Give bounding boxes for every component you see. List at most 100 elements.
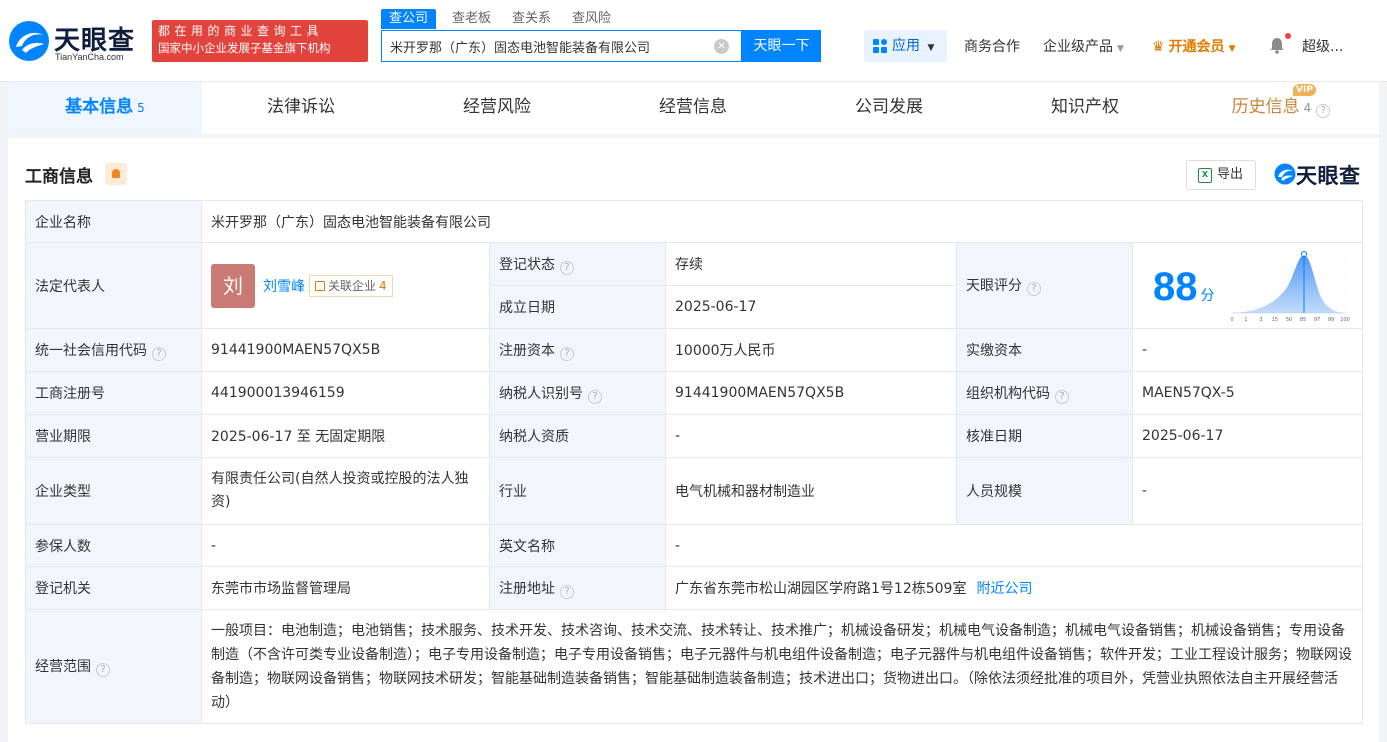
score-value: 88 分 <box>1153 265 1215 310</box>
help-icon[interactable]: ? <box>560 346 574 361</box>
tab-ip[interactable]: 知识产权 <box>987 82 1183 134</box>
paid-capital-value: - <box>1131 328 1364 372</box>
avatar[interactable]: 刘 <box>211 263 255 308</box>
credit-code-value: 91441900MAEN57QX5B <box>201 328 490 372</box>
help-icon[interactable]: ? <box>1055 389 1069 404</box>
english-name-label: 英文名称 <box>489 524 666 567</box>
top-header: 天眼查 TianYanCha.com 都在用的商业查询工具 国家中小企业发展子基… <box>0 0 1387 82</box>
address-label: 注册地址? <box>489 566 666 610</box>
reg-capital-label: 注册资本? <box>489 328 666 372</box>
tab-operation-risk[interactable]: 经营风险 <box>399 82 595 134</box>
org-code-label: 组织机构代码? <box>956 371 1133 415</box>
help-icon[interactable]: ? <box>1316 104 1331 118</box>
detail-tabbar: 基本信息 5 法律诉讼 经营风险 经营信息 公司发展 知识产权 历史信息 4? VI… <box>8 82 1379 134</box>
axis-tick: 0 <box>1230 317 1233 323</box>
english-name-value: - <box>664 524 1364 567</box>
excel-icon: X <box>1198 168 1212 183</box>
help-icon[interactable]: ? <box>588 389 602 404</box>
score-cell[interactable]: 88 分 0 1 3 15 50 85 97 99 100 <box>1131 242 1364 329</box>
caret-down-icon: ▼ <box>927 43 935 53</box>
export-button[interactable]: X 导出 <box>1186 160 1256 190</box>
help-icon[interactable]: ? <box>1027 282 1041 296</box>
industry-value: 电气机械和器材制造业 <box>665 457 957 525</box>
export-label: 导出 <box>1217 167 1244 182</box>
address-value: 广东省东莞市松山湖园区学府路1号12栋509室 <box>675 581 967 597</box>
table-row: 经营范围? 一般项目：电池制造；电池销售；技术服务、技术开发、技术咨询、技术交流… <box>25 609 1364 724</box>
tab-operation-info[interactable]: 经营信息 <box>595 82 791 134</box>
slogan-line2: 国家中小企业发展子基金旗下机构 <box>158 41 331 55</box>
tab-development[interactable]: 公司发展 <box>791 82 987 134</box>
insured-label: 参保人数 <box>25 524 202 567</box>
axis-tick: 100 <box>1340 317 1350 323</box>
nav-enterprise-label: 企业级产品 <box>1043 39 1113 55</box>
logo-subtext: TianYanCha.com <box>55 52 124 62</box>
taxpayer-id-value: 91441900MAEN57QX5B <box>665 371 957 415</box>
chevron-down-icon: ▼ <box>1117 44 1124 54</box>
industry-label: 行业 <box>489 457 666 525</box>
help-icon[interactable]: ? <box>152 346 166 361</box>
credit-code-label-text: 统一社会信用代码 <box>35 342 147 359</box>
clear-icon[interactable]: ✕ <box>714 39 729 54</box>
insured-value: - <box>201 524 490 567</box>
help-icon[interactable]: ? <box>560 584 574 599</box>
tab-history[interactable]: 历史信息 4? VIP <box>1183 82 1379 134</box>
table-row: 企业类型 有限责任公司(自然人投资或控股的法人独资) 行业 电气机械和器材制造业… <box>25 457 1364 525</box>
tab-basic-info[interactable]: 基本信息 5 <box>8 82 202 134</box>
score-distribution-chart: 0 1 3 15 50 85 97 99 100 <box>1230 251 1350 323</box>
taxpayer-id-label: 纳税人识别号? <box>489 371 666 415</box>
help-icon[interactable]: ? <box>560 260 574 275</box>
nav-business[interactable]: 商务合作 <box>964 36 1020 56</box>
assoc-company-button[interactable]: 关联企业 4 <box>309 274 393 297</box>
reg-no-value: 441900013946159 <box>201 371 490 415</box>
legal-rep-name[interactable]: 刘雪峰 <box>263 279 305 295</box>
axis-tick: 85 <box>1300 317 1306 323</box>
tab-legal[interactable]: 法律诉讼 <box>203 82 399 134</box>
nearby-company-link[interactable]: 附近公司 <box>976 581 1032 597</box>
axis-tick: 50 <box>1286 317 1292 323</box>
search-tab-boss[interactable]: 查老板 <box>452 9 491 29</box>
slogan-banner: 都在用的商业查询工具 国家中小企业发展子基金旗下机构 <box>152 20 368 62</box>
score-unit: 分 <box>1200 287 1215 303</box>
site-logo[interactable]: 天眼查 TianYanCha.com <box>8 18 148 64</box>
search-button[interactable]: 天眼一下 <box>742 30 821 62</box>
reg-status-label-text: 登记状态 <box>499 256 555 273</box>
address-label-text: 注册地址 <box>499 580 555 597</box>
search-tab-relation[interactable]: 查关系 <box>512 9 551 29</box>
table-row: 法定代表人 刘刘雪峰 关联企业 4 登记状态? 存续 天眼评分? 88 分 0 … <box>25 242 1364 329</box>
taxpayer-id-label-text: 纳税人识别号 <box>499 385 583 402</box>
company-name-value: 米开罗那（广东）固态电池智能装备有限公司 <box>200 200 1364 243</box>
table-row: 企业名称 米开罗那（广东）固态电池智能装备有限公司 <box>25 200 1364 243</box>
type-value: 有限责任公司(自然人投资或控股的法人独资) <box>201 457 490 525</box>
reg-capital-value: 10000万人民币 <box>665 328 957 372</box>
apps-button[interactable]: 应用 ▼ <box>864 30 947 62</box>
bell-badge-icon[interactable] <box>105 163 127 185</box>
staff-label: 人员规模 <box>956 457 1133 525</box>
axis-tick: 1 <box>1244 317 1247 323</box>
search-tab-risk[interactable]: 查风险 <box>572 9 611 29</box>
axis-tick: 15 <box>1272 317 1278 323</box>
search-box: ✕ <box>381 30 742 62</box>
search-input[interactable] <box>390 36 710 56</box>
notification-dot <box>1285 33 1291 39</box>
business-info-table: 企业名称 米开罗那（广东）固态电池智能装备有限公司 法定代表人 刘刘雪峰 关联企业… <box>25 200 1364 724</box>
tax-qual-label: 纳税人资质 <box>489 414 666 458</box>
address-cell: 广东省东莞市松山湖园区学府路1号12栋509室 附近公司 <box>664 566 1364 610</box>
approve-date-label: 核准日期 <box>956 414 1133 458</box>
found-date-value: 2025-06-17 <box>665 285 957 329</box>
nav-enterprise[interactable]: 企业级产品 ▼ <box>1043 36 1124 56</box>
nav-vip[interactable]: ♛ 开通会员 ▼ <box>1152 36 1235 56</box>
bell-icon[interactable] <box>1268 36 1286 54</box>
authority-label: 登记机关 <box>25 566 202 610</box>
search-tab-company[interactable]: 查公司 <box>381 9 437 29</box>
section-title: 工商信息 <box>25 167 93 187</box>
help-icon[interactable]: ? <box>96 663 110 677</box>
org-code-label-text: 组织机构代码 <box>966 385 1050 402</box>
found-date-label: 成立日期 <box>489 285 666 329</box>
score-label: 天眼评分? <box>956 242 1133 329</box>
slogan-line1: 都在用的商业查询工具 <box>158 24 324 38</box>
user-menu[interactable]: 超级... <box>1302 36 1343 56</box>
axis-tick: 3 <box>1259 317 1262 323</box>
term-label: 营业期限 <box>25 414 202 458</box>
crown-icon: ♛ <box>1152 39 1165 55</box>
network-icon <box>315 280 325 291</box>
